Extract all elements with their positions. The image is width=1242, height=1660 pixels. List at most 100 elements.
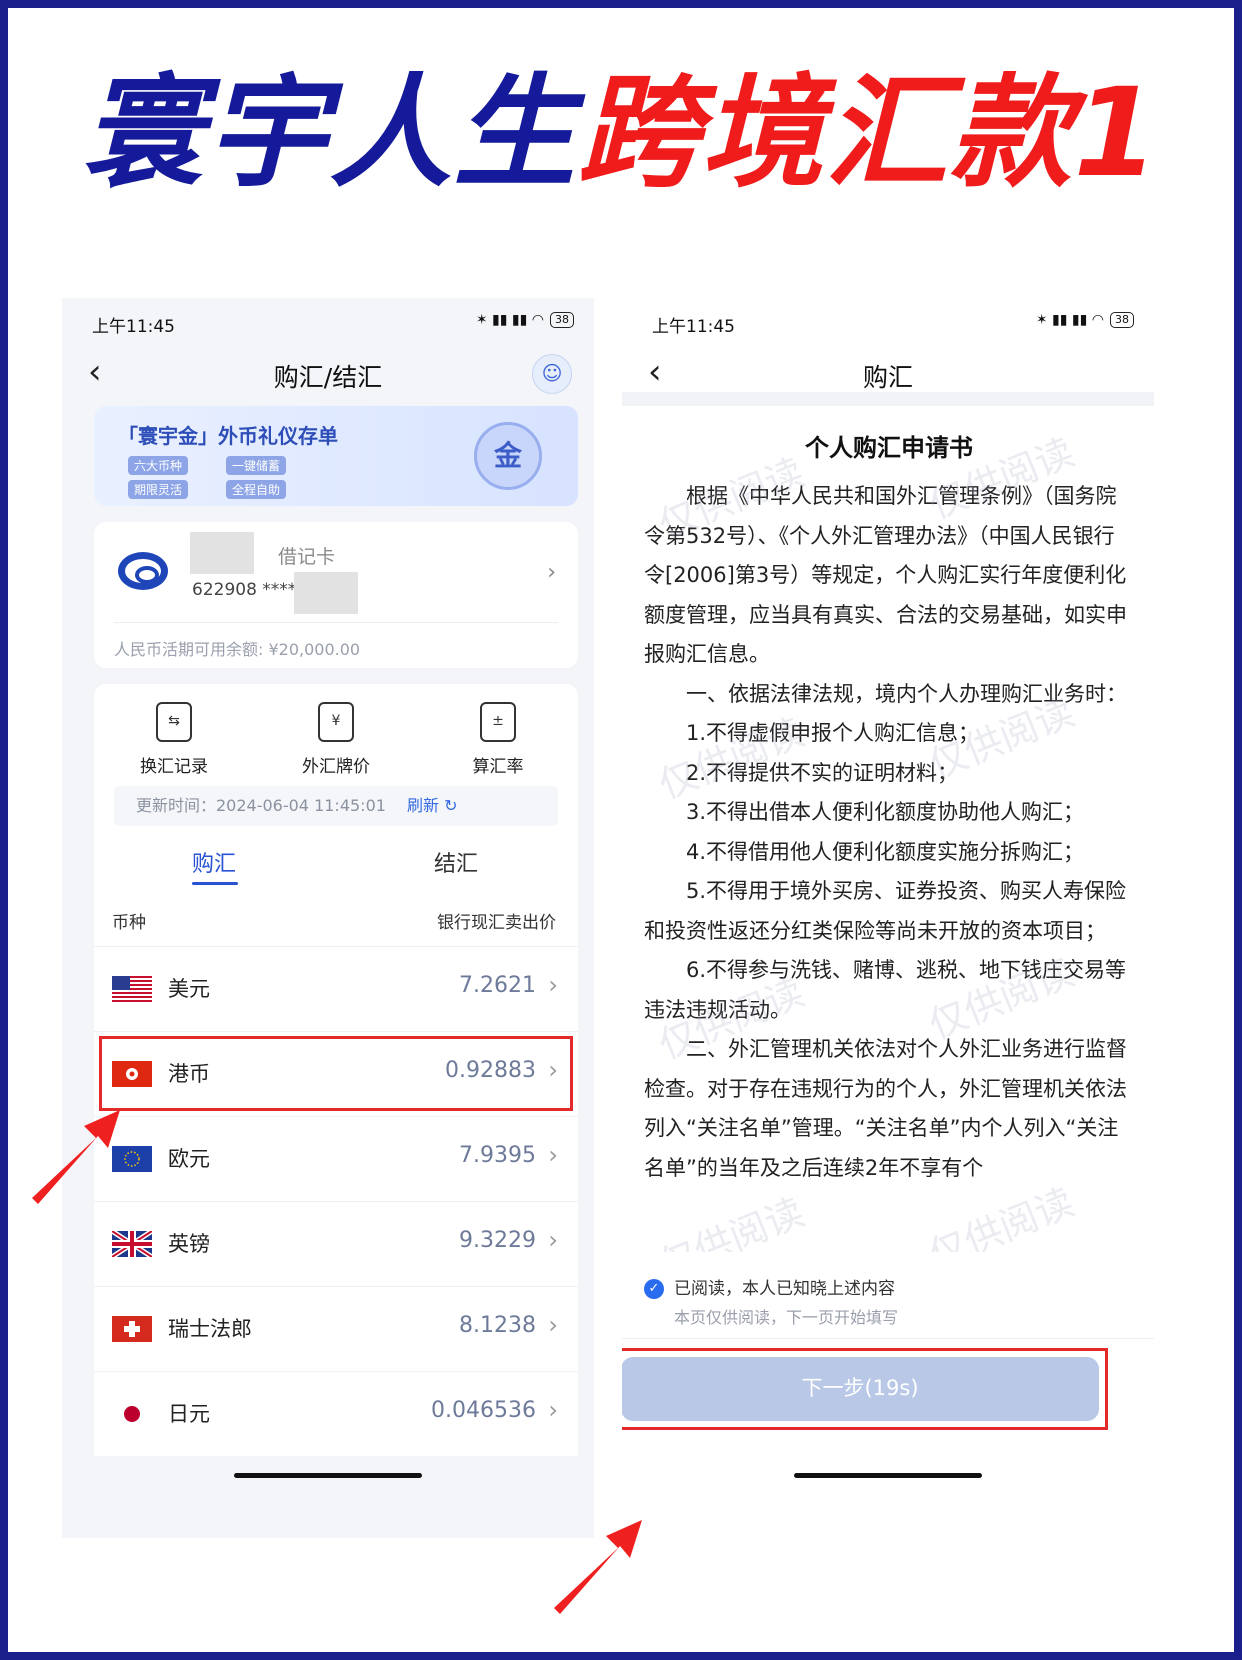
tab-indicator	[192, 882, 238, 885]
currency-name: 日元	[168, 1402, 210, 1426]
tools-panel: ⇆ 换汇记录 ¥ 外汇牌价 ± 算汇率 更新时间：2024-06-04 11:4…	[94, 684, 578, 834]
status-time: 上午11:45	[652, 317, 735, 337]
refresh-icon: ↻	[444, 796, 458, 815]
read-only-note: 本页仅供阅读，下一页开始填写	[674, 1308, 899, 1327]
watermark: 仅供阅读	[652, 1189, 811, 1252]
status-time: 上午11:45	[92, 317, 175, 337]
agree-label: 已阅读，本人已知晓上述内容	[674, 1279, 895, 1299]
document-paragraph: 二、外汇管理机关依法对个人外汇业务进行监督检查。对于存在违规行为的个人，外汇管理…	[644, 1037, 1127, 1180]
chevron-right-icon: ›	[548, 1226, 558, 1254]
left-phone-screen: 上午11:45 ✶ ▮▮ ▮▮ ◠ 38 ‹ 购汇/结汇 ☺ 「寰宇金」外币礼仪…	[62, 298, 594, 1538]
document-item: 5.不得用于境外买房、证券投资、购买人寿保险和投资性返还分红类保险等尚未开放的资…	[644, 879, 1127, 943]
document-item: 6.不得参与洗钱、赌博、逃税、地下钱庄交易等违法违规活动。	[644, 958, 1127, 1022]
banner-tag: 全程自助	[226, 480, 287, 499]
currency-rate: 8.1238	[459, 1313, 536, 1338]
poster-headline: 寰宇人生跨境汇款1	[8, 68, 1234, 198]
us-flag-icon	[112, 976, 152, 1002]
calculator-icon: ±	[480, 702, 516, 742]
check-icon: ✓	[644, 1279, 664, 1299]
headline-part1: 寰宇人生	[81, 62, 578, 204]
document-item: 1.不得虚假申报个人购汇信息；	[686, 721, 980, 745]
account-card[interactable]: 借记卡 622908 **** › 人民币活期可用余额: ¥20,000.00	[94, 522, 578, 668]
column-selling-rate: 银行现汇卖出价	[437, 913, 556, 933]
gold-coin-icon: 金	[474, 422, 542, 490]
currency-list: 美元 7.2621 › 港币 0.92883 › 欧元 7.9395 › 英镑 …	[94, 946, 578, 1456]
currency-name: 港币	[168, 1062, 210, 1086]
currency-row-gbp[interactable]: 英镑 9.3229 ›	[94, 1201, 578, 1286]
headline-part2: 跨境汇款1	[577, 62, 1161, 204]
column-currency: 币种	[112, 913, 146, 933]
banner-title: 「寰宇金」外币礼仪存单	[118, 424, 338, 448]
chevron-right-icon: ›	[548, 971, 558, 999]
divider	[622, 392, 1154, 406]
chevron-right-icon: ›	[548, 1056, 558, 1084]
chart-icon: ¥	[318, 702, 354, 742]
assistant-robot-icon[interactable]: ☺	[532, 354, 572, 394]
banner-tag: 期限灵活	[128, 480, 189, 499]
currency-row-hkd[interactable]: 港币 0.92883 ›	[94, 1031, 578, 1116]
card-number: 622908 ****	[192, 580, 297, 600]
banner-tag: 六大币种	[128, 456, 189, 475]
tool-rate-calculator[interactable]: ± 算汇率	[438, 702, 558, 777]
tool-label: 外汇牌价	[302, 757, 370, 777]
currency-rate: 7.2621	[459, 973, 536, 998]
tool-label: 换汇记录	[140, 757, 208, 777]
currency-rate: 0.92883	[445, 1058, 536, 1083]
document-paragraph: 一、依据法律法规，境内个人办理购汇业务时：	[686, 681, 1127, 706]
currency-row-eur[interactable]: 欧元 7.9395 ›	[94, 1116, 578, 1201]
document-item: 3.不得出借本人便利化额度协助他人购汇；	[686, 800, 1085, 824]
tab-buy-fx[interactable]: 购汇	[192, 846, 236, 878]
document-paragraph: 根据《中华人民共和国外汇管理条例》（国务院令第532号）、《个人外汇管理办法》（…	[644, 484, 1127, 666]
next-step-button[interactable]: 下一步(19s)	[622, 1357, 1099, 1421]
poster-frame: 寰宇人生跨境汇款1 上午11:45 ✶ ▮▮ ▮▮ ◠ 38 ‹ 购汇/结汇 ☺…	[0, 0, 1242, 1660]
document-item: 4.不得借用他人便利化额度实施分拆购汇；	[686, 839, 1085, 864]
status-bar: 上午11:45 ✶ ▮▮ ▮▮ ◠ 38	[92, 312, 574, 338]
status-icons: ✶ ▮▮ ▮▮ ◠ 38	[476, 312, 574, 328]
japan-flag-icon	[112, 1401, 152, 1427]
red-arrow-icon	[32, 1110, 120, 1204]
status-bar: 上午11:45 ✶ ▮▮ ▮▮ ◠ 38	[652, 312, 1134, 338]
refresh-label: 刷新	[407, 796, 440, 815]
update-bar: 更新时间：2024-06-04 11:45:01 刷新 ↻	[114, 786, 558, 826]
banner-tag: 一键储蓄	[226, 456, 287, 475]
chevron-right-icon: ›	[548, 1311, 558, 1339]
currency-row-chf[interactable]: 瑞士法郎 8.1238 ›	[94, 1286, 578, 1371]
currency-row-jpy[interactable]: 日元 0.046536 ›	[94, 1371, 578, 1456]
currency-name: 欧元	[168, 1147, 210, 1171]
promo-banner[interactable]: 「寰宇金」外币礼仪存单 六大币种 一键储蓄 期限灵活 全程自助 金	[94, 406, 578, 506]
currency-row-usd[interactable]: 美元 7.2621 ›	[94, 946, 578, 1031]
battery-icon: 38	[1110, 312, 1134, 328]
tool-exchange-records[interactable]: ⇆ 换汇记录	[114, 702, 234, 777]
calendar-icon: ⇆	[156, 702, 192, 742]
table-header: 币种 银行现汇卖出价	[94, 894, 578, 946]
currency-rate: 0.046536	[431, 1398, 536, 1423]
bank-logo-icon	[118, 552, 168, 590]
nav-bar: ‹ 购汇/结汇 ☺	[62, 344, 594, 400]
available-balance: 人民币活期可用余额: ¥20,000.00	[114, 640, 361, 659]
card-type: 借记卡	[278, 546, 336, 568]
signal-icon: ✶ ▮▮ ▮▮ ◠	[475, 312, 544, 328]
home-indicator[interactable]	[794, 1473, 982, 1478]
tab-sell-fx[interactable]: 结汇	[434, 846, 478, 878]
read-confirmation-checkbox[interactable]: ✓ 已阅读，本人已知晓上述内容	[644, 1274, 895, 1299]
battery-icon: 38	[550, 312, 574, 328]
page-title: 购汇/结汇	[273, 363, 383, 392]
currency-name: 瑞士法郎	[168, 1317, 252, 1341]
chevron-right-icon: ›	[547, 560, 556, 585]
currency-rate: 7.9395	[459, 1143, 536, 1168]
right-phone-screen: 上午11:45 ✶ ▮▮ ▮▮ ◠ 38 ‹ 购汇 个人购汇申请书 根据《中华人…	[622, 298, 1154, 1538]
update-time: 更新时间：2024-06-04 11:45:01	[136, 796, 386, 815]
hk-flag-icon	[112, 1061, 152, 1087]
chevron-right-icon: ›	[548, 1141, 558, 1169]
redacted-name	[190, 532, 254, 574]
highlight-box: 下一步(19s)	[622, 1348, 1108, 1430]
currency-rate: 9.3229	[459, 1228, 536, 1253]
swiss-flag-icon	[112, 1316, 152, 1342]
refresh-button[interactable]: 刷新 ↻	[407, 796, 458, 815]
status-icons: ✶ ▮▮ ▮▮ ◠ 38	[1036, 312, 1134, 328]
application-document[interactable]: 个人购汇申请书 根据《中华人民共和国外汇管理条例》（国务院令第532号）、《个人…	[644, 428, 1134, 1252]
tool-fx-quotes[interactable]: ¥ 外汇牌价	[276, 702, 396, 777]
home-indicator[interactable]	[234, 1473, 422, 1478]
tab-bar: 购汇 结汇	[94, 834, 578, 894]
signal-icon: ✶ ▮▮ ▮▮ ◠	[1035, 312, 1104, 328]
